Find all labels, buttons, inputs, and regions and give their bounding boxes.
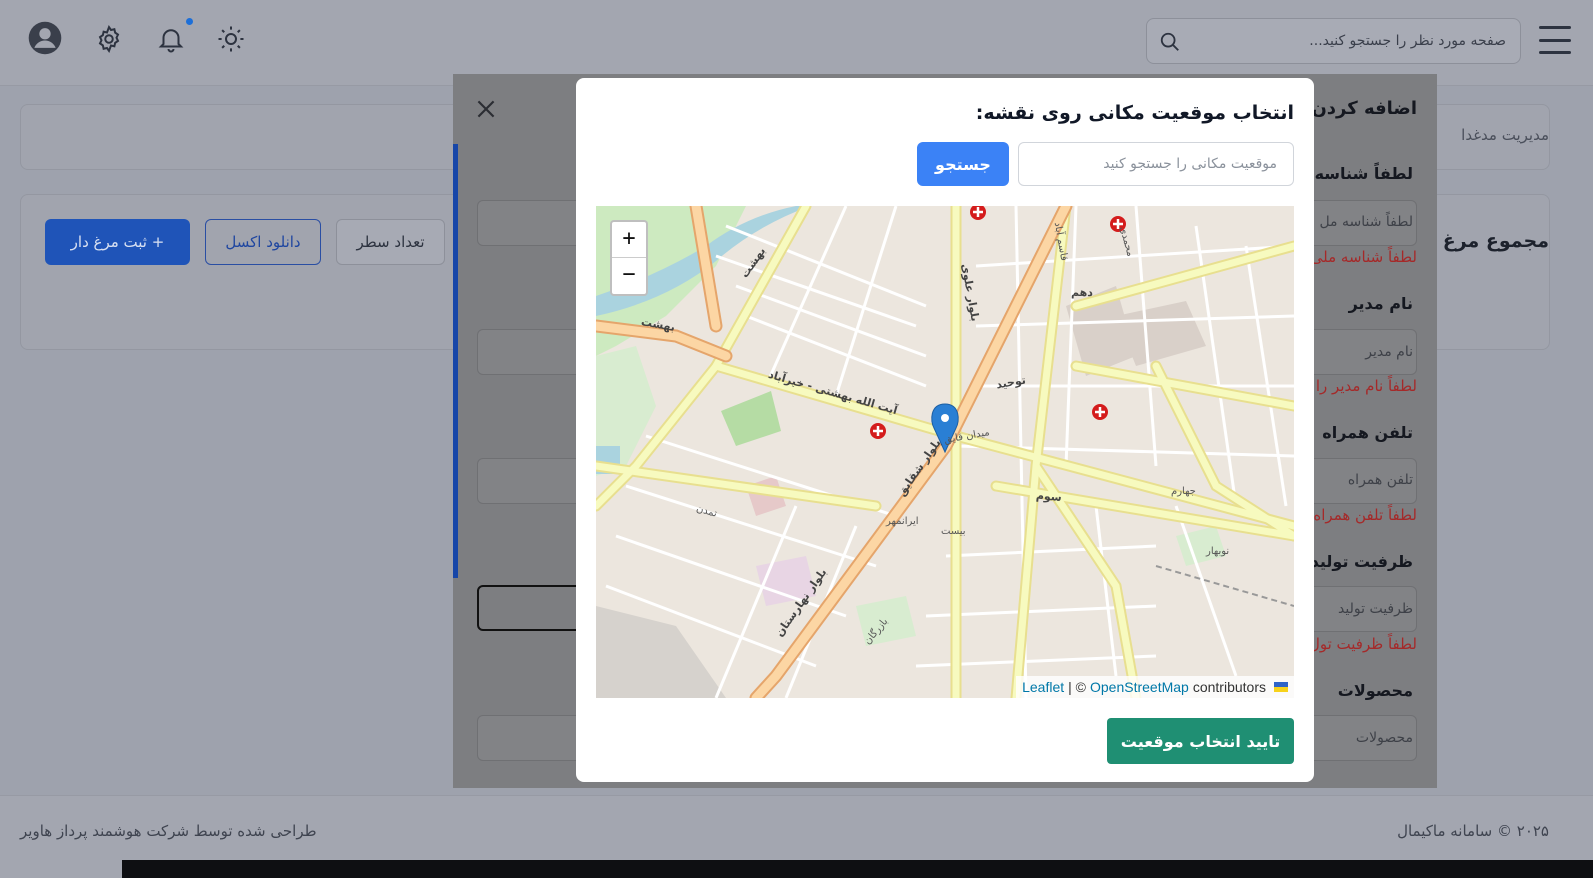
attribution-contributors: contributors bbox=[1192, 679, 1266, 695]
footer-copyright: ۲۰۲۵ © سامانه ماکیمال bbox=[1397, 822, 1549, 840]
confirm-location-button[interactable]: تایید انتخاب موقعیت bbox=[1107, 718, 1294, 764]
national-id-error: لطفاً شناسه ملی bbox=[1310, 248, 1417, 266]
zoom-in-button[interactable]: + bbox=[612, 222, 646, 258]
national-id-placeholder: لطفاً شناسه مل bbox=[1319, 214, 1413, 230]
map-tiles[interactable] bbox=[596, 206, 1294, 698]
zoom-control: + − bbox=[610, 220, 648, 296]
map-label: دهم bbox=[1071, 286, 1093, 299]
map-label: ایرانمهر bbox=[886, 516, 919, 527]
ukraine-flag-icon bbox=[1274, 682, 1288, 692]
location-search-button[interactable]: جستجو bbox=[917, 142, 1009, 186]
field-label-phone: تلفن همراه bbox=[1322, 423, 1413, 442]
download-excel-button[interactable]: دانلود اکسل bbox=[205, 219, 321, 265]
sun-icon[interactable] bbox=[216, 24, 246, 54]
menu-icon[interactable] bbox=[1539, 26, 1571, 54]
map-label: جهارم bbox=[1171, 486, 1196, 497]
phone-placeholder: تلفن همراه bbox=[1347, 472, 1413, 488]
map-label: بیست bbox=[941, 526, 966, 537]
row-count-button[interactable]: تعداد سطر bbox=[336, 219, 445, 265]
location-search-input[interactable] bbox=[1018, 142, 1294, 186]
phone-error: لطفاً تلفن همراه bbox=[1313, 506, 1417, 524]
section-title: مجموع مرغ bbox=[1442, 230, 1549, 252]
map-label: سوم bbox=[1035, 488, 1063, 505]
global-search[interactable] bbox=[1146, 18, 1521, 64]
map-label: نوبهار bbox=[1206, 546, 1230, 557]
scrollbar[interactable] bbox=[453, 144, 458, 578]
zoom-out-button[interactable]: − bbox=[612, 258, 646, 294]
breadcrumb: مدیریت مدغدا bbox=[1461, 126, 1549, 144]
capacity-placeholder: ظرفیت تولید bbox=[1338, 601, 1413, 617]
close-icon[interactable] bbox=[473, 96, 499, 122]
osm-link[interactable]: OpenStreetMap bbox=[1090, 679, 1189, 695]
map[interactable]: بهشت بهشت آیت الله بهشتی - خیرآباد بلوار… bbox=[596, 206, 1294, 698]
attribution-separator: | © bbox=[1068, 679, 1086, 695]
products-placeholder: محصولات bbox=[1355, 730, 1413, 746]
gear-icon[interactable] bbox=[94, 24, 124, 54]
bell-icon[interactable] bbox=[156, 24, 186, 54]
field-label-manager: نام مدیر bbox=[1348, 294, 1413, 313]
notification-dot bbox=[186, 18, 193, 25]
global-search-input[interactable] bbox=[1206, 29, 1506, 53]
field-label-products: محصولات bbox=[1337, 681, 1413, 700]
map-picker-modal: انتخاب موقعیت مکانی روی نقشه: جستجو bbox=[576, 78, 1314, 782]
capacity-error: لطفاً ظرفیت تول bbox=[1308, 635, 1417, 653]
avatar-icon[interactable] bbox=[28, 21, 62, 55]
search-icon[interactable] bbox=[1159, 31, 1181, 53]
footer-credit: طراحی شده توسط شرکت هوشمند پرداز هاویر bbox=[20, 822, 317, 840]
manager-placeholder: نام مدیر bbox=[1365, 344, 1413, 360]
taskbar-strip bbox=[122, 860, 1593, 878]
field-label-capacity: ظرفیت تولید bbox=[1310, 552, 1413, 571]
map-modal-title: انتخاب موقعیت مکانی روی نقشه: bbox=[975, 102, 1294, 124]
map-attribution: Leaflet | © OpenStreetMap contributors bbox=[1016, 676, 1294, 698]
leaflet-link[interactable]: Leaflet bbox=[1022, 679, 1064, 695]
add-farmer-button[interactable]: ثبت مرغ دار + bbox=[45, 219, 190, 265]
manager-error: لطفاً نام مدیر را bbox=[1315, 377, 1417, 395]
